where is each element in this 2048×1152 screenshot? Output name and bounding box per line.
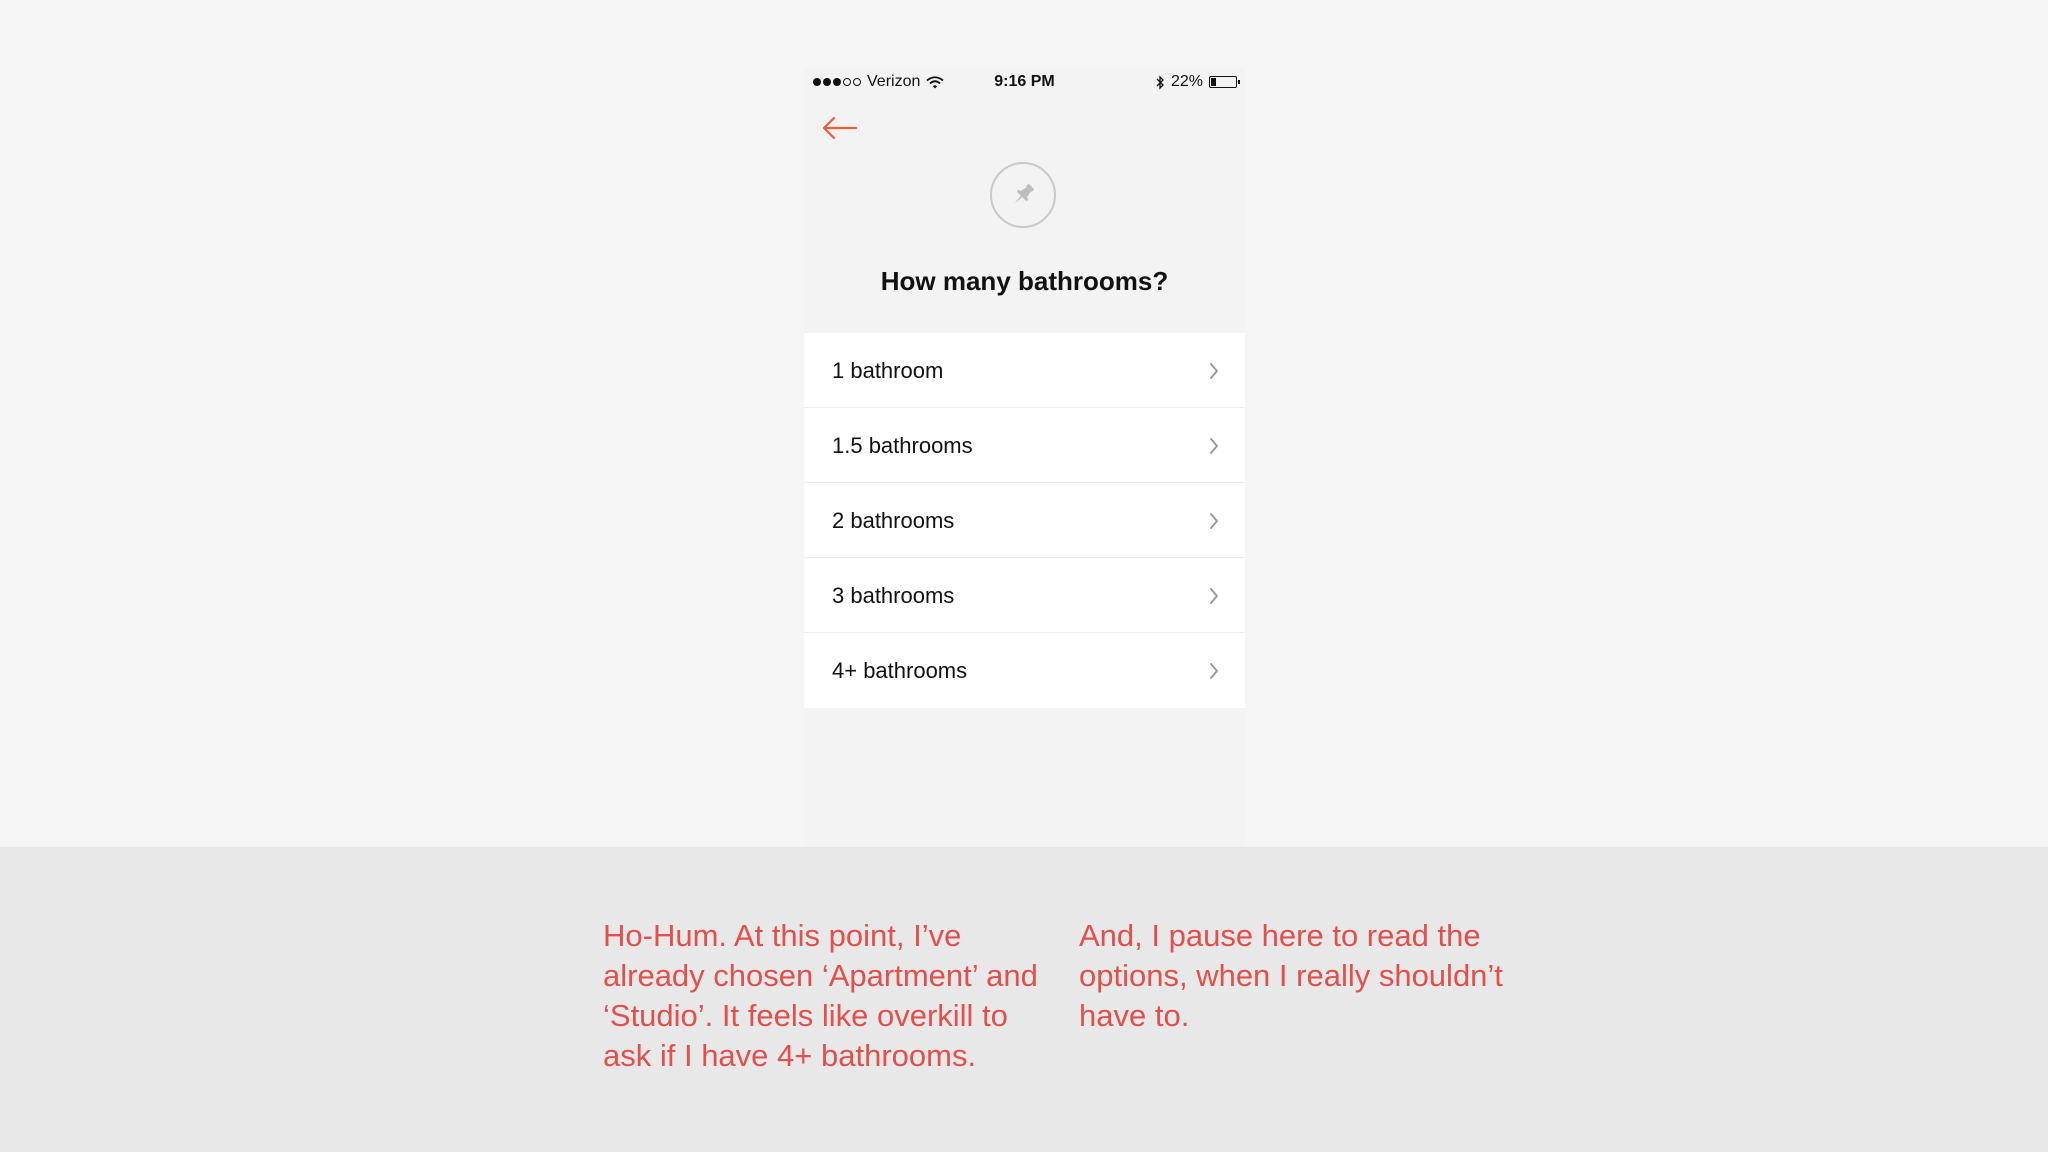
pushpin-icon xyxy=(1014,184,1034,204)
caption-right: And, I pause here to read the options, w… xyxy=(1079,918,1503,1033)
option-4-plus-bathrooms[interactable]: 4+ bathrooms xyxy=(804,633,1245,708)
chevron-right-icon xyxy=(1210,363,1218,379)
option-1-5-bathrooms[interactable]: 1.5 bathrooms xyxy=(804,408,1245,483)
option-label: 4+ bathrooms xyxy=(832,658,968,683)
option-3-bathrooms[interactable]: 3 bathrooms xyxy=(804,558,1245,633)
chevron-right-icon xyxy=(1210,588,1218,604)
options-list: 1 bathroom 1.5 bathrooms 2 bathrooms 3 b… xyxy=(804,333,1245,708)
pushpin-badge xyxy=(990,162,1056,228)
option-1-bathroom[interactable]: 1 bathroom xyxy=(804,333,1245,408)
status-bar: Verizon 9:16 PM 22% xyxy=(804,68,1245,96)
option-label: 1 bathroom xyxy=(832,358,944,383)
option-label: 1.5 bathrooms xyxy=(832,433,973,458)
battery-icon xyxy=(1209,76,1240,88)
chevron-right-icon xyxy=(1210,513,1218,529)
chevron-right-icon xyxy=(1210,438,1218,454)
arrow-left-icon xyxy=(822,116,858,140)
battery-level xyxy=(1211,78,1216,86)
question-title: How many bathrooms? xyxy=(880,265,1169,296)
caption-left: Ho-Hum. At this point, I’ve already chos… xyxy=(603,918,1038,1073)
option-label: 3 bathrooms xyxy=(832,583,955,608)
option-2-bathrooms[interactable]: 2 bathrooms xyxy=(804,483,1245,558)
phone-screen: Verizon 9:16 PM 22% How many bathrooms? … xyxy=(804,68,1245,847)
question-container: How many bathrooms? xyxy=(804,261,1245,301)
chevron-right-icon xyxy=(1210,663,1218,679)
bluetooth-icon xyxy=(1156,74,1164,90)
status-right: 22% xyxy=(1156,73,1240,91)
option-label: 2 bathrooms xyxy=(832,508,955,533)
back-button[interactable] xyxy=(820,112,860,144)
battery-percent: 22% xyxy=(1170,73,1203,90)
